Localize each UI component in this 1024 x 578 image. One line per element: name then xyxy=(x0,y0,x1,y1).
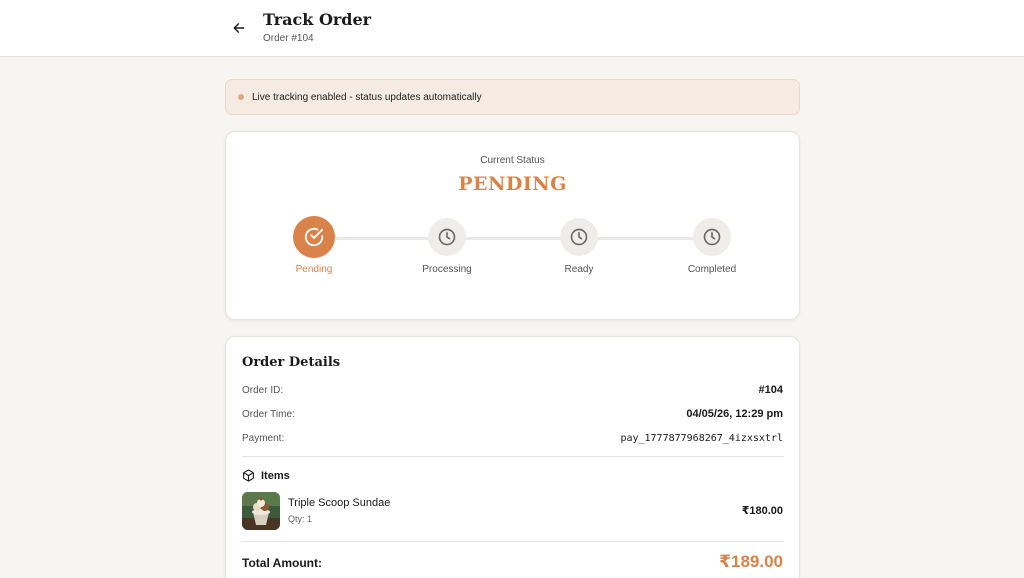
top-header: Track Order Order #104 xyxy=(0,0,1024,57)
items-header: Items xyxy=(242,469,290,482)
divider xyxy=(242,541,784,542)
divider xyxy=(242,456,784,457)
back-button[interactable] xyxy=(228,17,250,39)
check-circle-icon xyxy=(304,227,324,247)
payment-id-value: pay_1777877968267_4izxsxtrl xyxy=(620,433,783,444)
step-circle xyxy=(428,218,466,256)
order-details-card: Order Details Order ID: #104 Order Time:… xyxy=(225,336,800,578)
progress-track xyxy=(314,237,712,240)
payment-label: Payment: xyxy=(242,433,285,444)
status-card: Current Status PENDING Pending Processin… xyxy=(225,131,800,320)
banner-text: Live tracking enabled - status updates a… xyxy=(252,91,482,103)
order-number-subtitle: Order #104 xyxy=(263,33,314,44)
order-id-value: #104 xyxy=(758,384,783,396)
page-title: Track Order xyxy=(263,10,372,29)
step-completed: Completed xyxy=(667,218,757,275)
order-time-label: Order Time: xyxy=(242,409,295,420)
step-label: Pending xyxy=(295,264,333,275)
item-name: Triple Scoop Sundae xyxy=(288,497,391,509)
current-status-value: PENDING xyxy=(458,173,567,195)
item-quantity: Qty: 1 xyxy=(288,514,313,524)
total-amount-label: Total Amount: xyxy=(242,556,322,570)
order-details-title: Order Details xyxy=(242,355,341,370)
order-id-label: Order ID: xyxy=(242,385,284,396)
current-status-label: Current Status xyxy=(480,155,545,166)
live-tracking-banner: Live tracking enabled - status updates a… xyxy=(225,79,800,115)
step-ready: Ready xyxy=(534,218,624,275)
item-thumbnail xyxy=(242,492,280,530)
step-label: Processing xyxy=(422,264,472,275)
items-title: Items xyxy=(261,469,290,482)
arrow-left-icon xyxy=(233,23,245,33)
order-time-value: 04/05/26, 12:29 pm xyxy=(686,408,783,420)
clock-icon xyxy=(438,228,456,246)
package-icon xyxy=(243,469,254,482)
clock-icon xyxy=(570,228,588,246)
step-processing: Processing xyxy=(402,218,492,275)
step-label: Completed xyxy=(687,264,737,275)
clock-icon xyxy=(703,228,721,246)
item-price: ₹180.00 xyxy=(741,505,783,517)
step-circle xyxy=(293,216,335,258)
step-pending: Pending xyxy=(269,216,359,275)
step-circle xyxy=(560,218,598,256)
step-circle xyxy=(693,218,731,256)
live-indicator-dot xyxy=(238,94,244,100)
total-amount-value: ₹189.00 xyxy=(719,552,783,571)
step-label: Ready xyxy=(564,264,594,275)
